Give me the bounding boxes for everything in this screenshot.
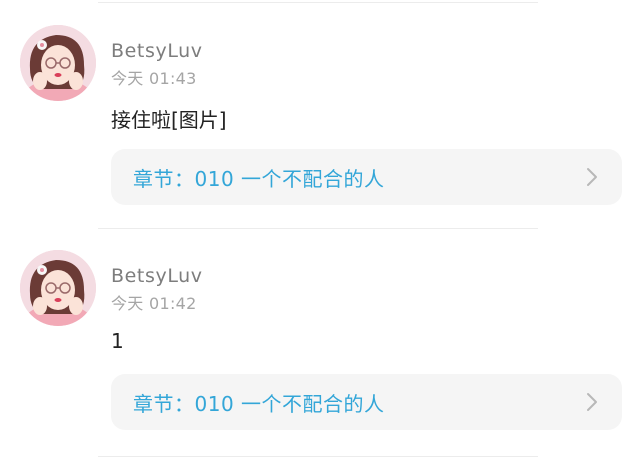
chapter-link[interactable]: 章节：010 一个不配合的人 bbox=[111, 149, 622, 205]
avatar-girl-illustration bbox=[20, 25, 96, 101]
chapter-link[interactable]: 章节：010 一个不配合的人 bbox=[111, 374, 622, 430]
username[interactable]: BetsyLuv bbox=[111, 265, 203, 287]
comment-item: BetsyLuv 今天 01:42 1 章节：010 一个不配合的人 bbox=[0, 225, 640, 451]
timestamp: 今天 01:42 bbox=[111, 294, 197, 313]
timestamp: 今天 01:43 bbox=[111, 69, 197, 88]
avatar-girl-illustration bbox=[20, 250, 96, 326]
bottom-divider bbox=[98, 456, 538, 457]
avatar[interactable] bbox=[20, 25, 96, 101]
comment-item: BetsyLuv 今天 01:43 接住啦[图片] 章节：010 一个不配合的人 bbox=[0, 0, 640, 226]
chapter-label: 章节：010 一个不配合的人 bbox=[133, 167, 385, 191]
chevron-right-icon bbox=[587, 393, 597, 411]
username[interactable]: BetsyLuv bbox=[111, 40, 203, 62]
comment-text: 1 bbox=[111, 329, 124, 353]
comment-text: 接住啦[图片] bbox=[111, 108, 227, 132]
avatar[interactable] bbox=[20, 250, 96, 326]
chevron-right-icon bbox=[587, 168, 597, 186]
chapter-label: 章节：010 一个不配合的人 bbox=[133, 392, 385, 416]
